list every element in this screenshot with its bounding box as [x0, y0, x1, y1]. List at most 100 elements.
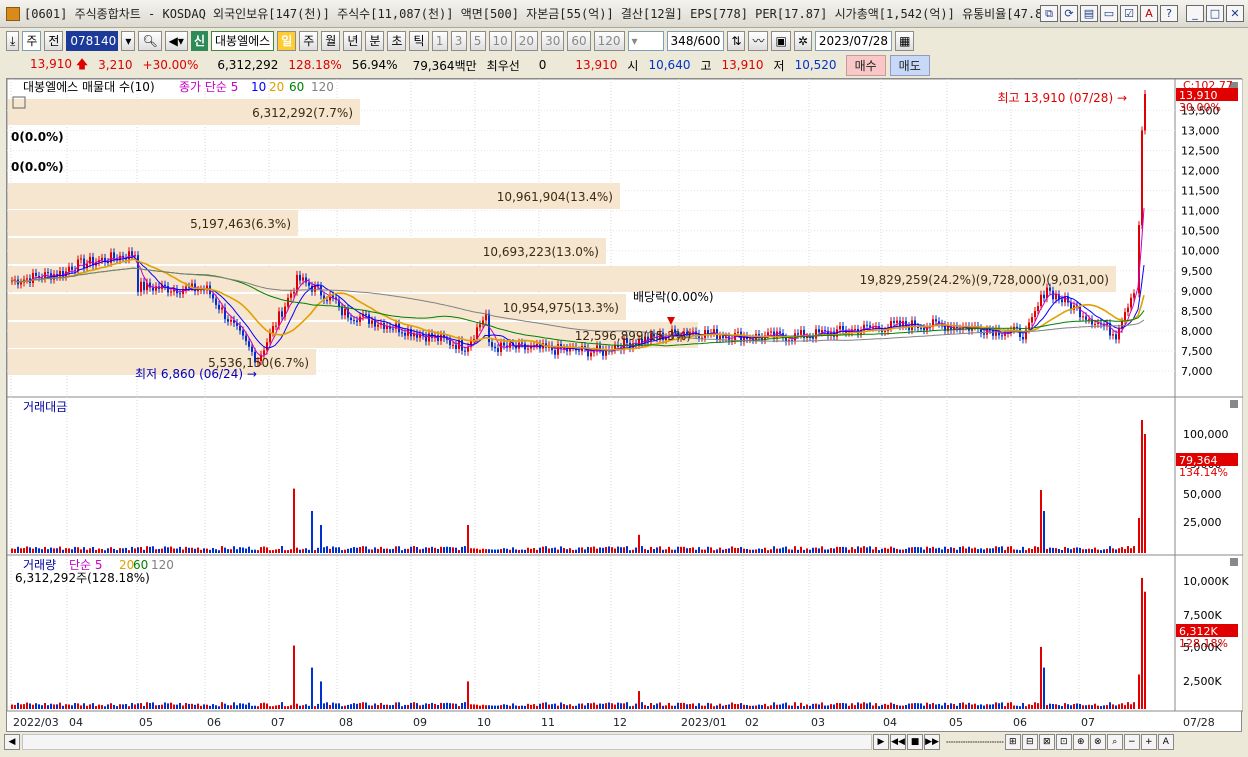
prev-button[interactable]: 전: [44, 31, 64, 51]
refresh-icon[interactable]: ⟳: [1060, 5, 1078, 22]
period-day[interactable]: 일: [277, 31, 297, 51]
fast-forward-icon[interactable]: ▶▶: [924, 734, 940, 750]
data-count[interactable]: 348/600: [666, 31, 725, 51]
candle: [221, 307, 223, 310]
print-icon[interactable]: ▤: [1080, 5, 1098, 22]
horizontal-scrollbar[interactable]: [22, 734, 872, 750]
volume-bar: [776, 704, 778, 709]
save-icon[interactable]: ▭: [1100, 5, 1118, 22]
volume-bar: [362, 702, 364, 709]
tool-icon-1[interactable]: ⊞: [1004, 734, 1021, 750]
volume-bar: [908, 703, 910, 709]
period-tick[interactable]: 틱: [409, 31, 429, 51]
amount-bar: [98, 548, 100, 553]
zoom-in-button[interactable]: +: [1140, 734, 1157, 750]
volume-ma-title: 단순 5: [69, 558, 103, 572]
settings-icon[interactable]: ✲: [793, 31, 812, 51]
interval-120[interactable]: 120: [593, 31, 625, 51]
chart-area[interactable]: 2022/03 04 05 06 07 08 09 10 11 12 2023/01 02 03 04 05…: [6, 78, 1243, 733]
custom-interval-input[interactable]: ▾: [627, 31, 664, 51]
auto-button[interactable]: A: [1157, 734, 1174, 750]
line-tool-icon[interactable]: 〰: [748, 31, 769, 51]
volume-bar: [62, 705, 64, 709]
quote-bar: 13,910 🡅 3,210 +30.00% 6,312,292 128.18%…: [0, 54, 1248, 76]
scroll-right-icon[interactable]: ▶: [873, 734, 889, 750]
volume-bar: [581, 703, 583, 709]
interval-1[interactable]: 1: [431, 31, 448, 51]
zoom-out-button[interactable]: −: [1123, 734, 1140, 750]
amount-bar: [839, 546, 841, 553]
volume-sub-label: 6,312,292주(128.18%): [15, 571, 150, 585]
priority-label: 최우선: [486, 58, 520, 73]
chart-canvas[interactable]: 2022/03 04 05 06 07 08 09 10 11 12 2023/01 02 03 04 05…: [7, 79, 1243, 733]
volume-bar: [287, 706, 289, 709]
volume-bar: [914, 703, 916, 709]
font-icon[interactable]: A: [1140, 5, 1158, 22]
period-year[interactable]: 년: [343, 31, 363, 51]
minimize-button[interactable]: _: [1186, 5, 1204, 22]
zoom-search-icon[interactable]: ⌕: [1106, 734, 1123, 750]
tool-icon-6[interactable]: ⊗: [1089, 734, 1106, 750]
amount-bar: [1091, 549, 1093, 553]
speaker-icon[interactable]: ◀︎▾: [164, 31, 188, 51]
volume-bar: [113, 704, 115, 709]
volume-bar: [170, 702, 172, 709]
amount-bar: [578, 547, 580, 553]
tool-icon-2[interactable]: ⊟: [1021, 734, 1038, 750]
period-week[interactable]: 주: [299, 31, 319, 51]
period-month[interactable]: 월: [321, 31, 341, 51]
amount-bar: [461, 546, 463, 553]
stop-icon[interactable]: ■: [907, 734, 923, 750]
help-icon[interactable]: ?: [1160, 5, 1178, 22]
amount-bar: [776, 548, 778, 553]
stock-name-field[interactable]: 대봉엘에스: [210, 31, 275, 51]
chart-tool-icon[interactable]: ⇅: [727, 31, 746, 51]
interval-60[interactable]: 60: [567, 31, 591, 51]
interval-5[interactable]: 5: [469, 31, 486, 51]
volume-bar: [107, 704, 109, 709]
buy-button[interactable]: 매수: [845, 54, 886, 76]
date-field[interactable]: 2023/07/28: [814, 31, 893, 51]
x-axis-label: 05: [139, 716, 153, 729]
period-second[interactable]: 초: [387, 31, 407, 51]
volume-bar: [353, 703, 355, 709]
x-axis-label: 06: [1013, 716, 1027, 729]
volume-bar: [1118, 704, 1120, 709]
rewind-icon[interactable]: ◀◀: [890, 734, 906, 750]
link-icon[interactable]: ⧉: [1040, 5, 1058, 22]
code-dropdown-icon[interactable]: ▾: [121, 31, 136, 51]
tool-icon-3[interactable]: ⊠: [1038, 734, 1055, 750]
interval-20[interactable]: 20: [514, 31, 539, 51]
volume-bar: [53, 704, 55, 709]
interval-30[interactable]: 30: [541, 31, 565, 51]
candle: [1133, 293, 1135, 298]
volume-bar: [758, 704, 760, 709]
amount-bar: [422, 548, 424, 553]
interval-3[interactable]: 3: [450, 31, 467, 51]
scroll-left-icon[interactable]: ◀: [4, 734, 20, 750]
pin-icon[interactable]: ⤓: [6, 31, 20, 51]
amount-bar: [581, 547, 583, 553]
volume-bar: [1058, 705, 1060, 709]
amount-bar: [128, 550, 130, 553]
amount-bar: [35, 547, 37, 553]
amount-bar: [503, 548, 505, 553]
search-icon[interactable]: 🔍︎: [138, 31, 162, 51]
amount-bar: [302, 549, 304, 553]
market-select[interactable]: 주: [22, 31, 42, 51]
maximize-button[interactable]: □: [1206, 5, 1224, 22]
checklist-icon[interactable]: ☑: [1120, 5, 1138, 22]
period-minute[interactable]: 분: [365, 31, 385, 51]
sell-button[interactable]: 매도: [889, 54, 930, 76]
close-button[interactable]: ✕: [1226, 5, 1244, 22]
disk-icon[interactable]: ▣: [771, 31, 791, 51]
amount-bar: [767, 550, 769, 553]
calendar-icon[interactable]: ▦: [895, 31, 915, 51]
tool-icon-5[interactable]: ⊕: [1072, 734, 1089, 750]
volume-bar: [224, 703, 226, 709]
interval-10[interactable]: 10: [488, 31, 512, 51]
zoom-slider[interactable]: ┄┄┄┄┄┄┄┄: [946, 735, 1004, 749]
stock-code-input[interactable]: 078140: [66, 31, 119, 51]
tool-icon-4[interactable]: ⊡: [1055, 734, 1072, 750]
volume-bar: [56, 704, 58, 709]
